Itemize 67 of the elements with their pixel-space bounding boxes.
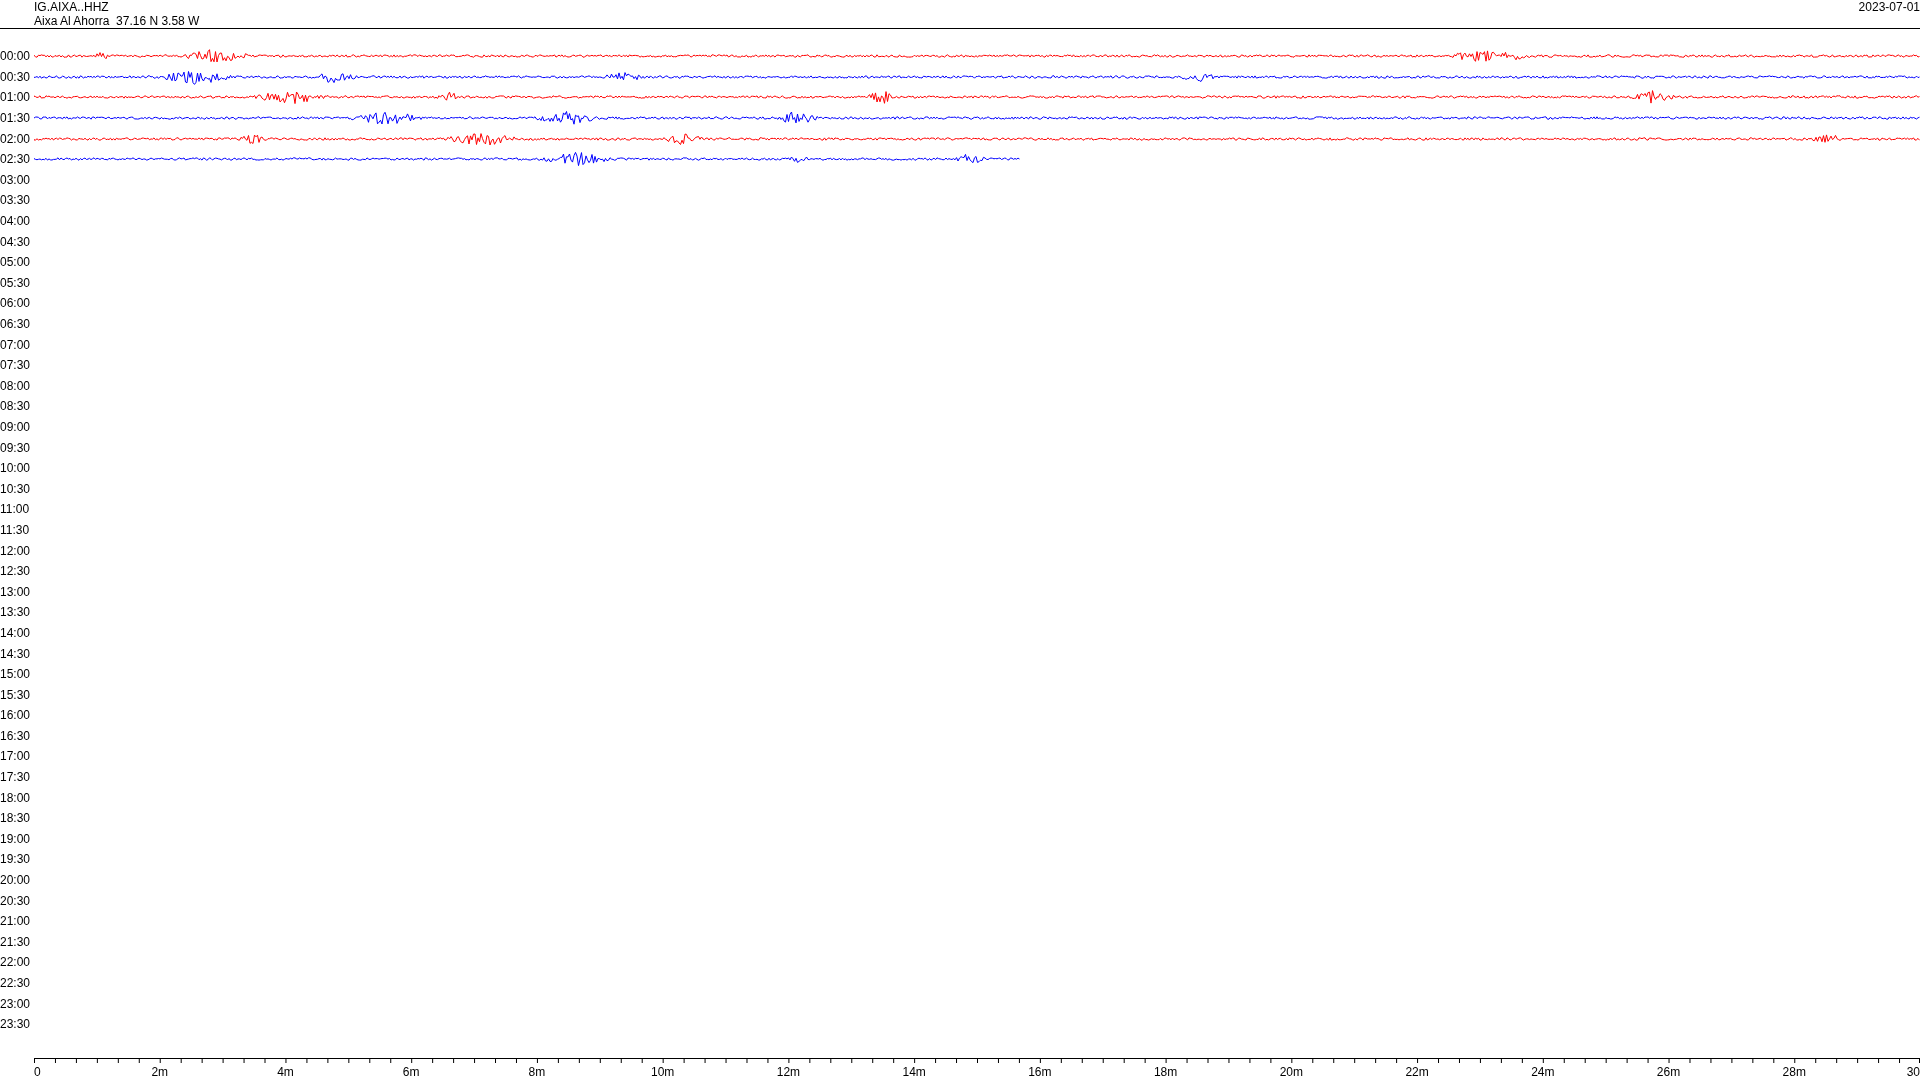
time-label: 05:30 <box>0 275 32 290</box>
time-label: 06:30 <box>0 317 32 331</box>
time-label: 11:00 <box>0 502 31 517</box>
axis-label: 20m <box>1279 1064 1303 1079</box>
axis-label: 16m <box>1028 1064 1052 1079</box>
time-label: 22:30 <box>0 976 32 990</box>
time-label: 22:00 <box>0 955 32 970</box>
axis-label: 10m <box>651 1064 675 1079</box>
time-label: 10:00 <box>0 461 32 476</box>
time-label: 03:00 <box>0 172 32 187</box>
time-label: 03:30 <box>0 193 32 208</box>
time-label: 05:00 <box>0 255 32 270</box>
time-label: 15:30 <box>0 687 32 702</box>
time-label: 09:00 <box>0 420 32 434</box>
time-label: 02:00 <box>0 131 32 146</box>
time-label: 01:00 <box>0 90 32 105</box>
axis-label: 22m <box>1405 1064 1429 1079</box>
time-label: 15:00 <box>0 667 32 682</box>
time-label: 00:30 <box>0 69 32 84</box>
time-label: 21:00 <box>0 914 32 929</box>
time-label: 02:30 <box>0 152 32 167</box>
time-label: 12:30 <box>0 564 32 579</box>
time-label: 17:00 <box>0 749 32 764</box>
time-label: 06:00 <box>0 296 32 311</box>
axis-label: 26m <box>1656 1064 1681 1079</box>
axis-label: 14m <box>902 1064 926 1079</box>
time-label: 09:30 <box>0 440 32 455</box>
time-label: 01:30 <box>0 111 32 126</box>
time-label: 20:30 <box>0 893 32 908</box>
time-label: 14:00 <box>0 625 32 640</box>
axis-label: 28m <box>1782 1064 1806 1079</box>
time-label: 07:00 <box>0 337 32 352</box>
time-label: 08:00 <box>0 378 32 393</box>
time-label: 10:30 <box>0 481 32 496</box>
axis-label: 4m <box>277 1064 294 1079</box>
time-label: 16:00 <box>0 708 32 723</box>
time-label: 13:00 <box>0 584 32 599</box>
axis-label: 0 <box>34 1064 41 1079</box>
axis-label: 6m <box>402 1064 420 1079</box>
time-label: 19:00 <box>0 831 32 846</box>
axis-label: 24m <box>1531 1064 1555 1079</box>
date-label: 2023-07-01 <box>1858 0 1920 14</box>
time-label: 20:00 <box>0 873 32 888</box>
time-label: 16:30 <box>0 728 32 743</box>
time-label: 08:30 <box>0 399 32 414</box>
time-label: 07:30 <box>0 358 32 373</box>
axis-label: 8m <box>528 1064 546 1079</box>
time-label: 13:30 <box>0 605 32 620</box>
time-label: 23:00 <box>0 996 32 1011</box>
time-label: 19:30 <box>0 852 32 867</box>
time-label: 17:30 <box>0 770 32 785</box>
time-label: 11:30 <box>0 522 31 537</box>
axis-label: 30 <box>1906 1064 1920 1079</box>
station-info: Aixa Al Ahorra 37.16 N 3.58 W <box>34 14 200 28</box>
time-label: 04:30 <box>0 234 32 249</box>
time-label: 21:30 <box>0 934 32 949</box>
time-label: 12:00 <box>0 543 32 558</box>
time-label: 00:00 <box>0 49 32 64</box>
time-label: 14:30 <box>0 646 32 661</box>
station-code: IG.AIXA..HHZ <box>34 0 110 14</box>
axis-label: 18m <box>1153 1064 1178 1079</box>
axis-label: 2m <box>151 1064 169 1079</box>
time-label: 18:00 <box>0 790 32 805</box>
axis-label: 12m <box>776 1064 801 1079</box>
time-label: 23:30 <box>0 1017 32 1032</box>
time-label: 04:00 <box>0 214 32 229</box>
time-label: 18:30 <box>0 811 32 826</box>
